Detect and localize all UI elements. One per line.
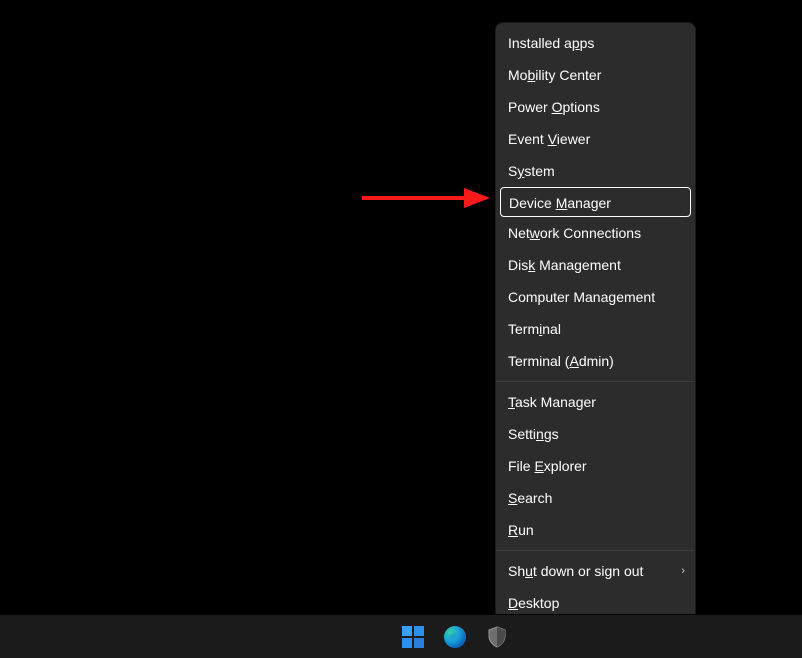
security-icon[interactable] <box>485 625 509 649</box>
label-accelerator: n <box>536 426 544 442</box>
edge-icon[interactable] <box>443 625 467 649</box>
label-post: iewer <box>557 131 590 147</box>
menu-disk-management[interactable]: Disk Management <box>496 249 695 281</box>
label-post: ptions <box>562 99 599 115</box>
label-pre: Device <box>509 195 556 211</box>
label-accelerator: S <box>508 490 517 506</box>
label-accelerator: w <box>530 225 540 241</box>
menu-shutdown-signout[interactable]: Shut down or sign out › <box>496 555 695 587</box>
menu-item-label: Event Viewer <box>508 131 590 147</box>
menu-item-label: Desktop <box>508 595 559 611</box>
label-accelerator: u <box>525 563 533 579</box>
menu-power-options[interactable]: Power Options <box>496 91 695 123</box>
label-accelerator: V <box>548 131 557 147</box>
menu-item-label: Shut down or sign out <box>508 563 643 579</box>
menu-item-label: Terminal (Admin) <box>508 353 614 369</box>
label-pre: Net <box>508 225 530 241</box>
label-pre: Setti <box>508 426 536 442</box>
menu-item-label: System <box>508 163 555 179</box>
menu-item-label: Search <box>508 490 552 506</box>
menu-mobility-center[interactable]: Mobility Center <box>496 59 695 91</box>
menu-item-label: Settings <box>508 426 559 442</box>
label-pre: Installed a <box>508 35 572 51</box>
label-accelerator: p <box>572 35 580 51</box>
menu-event-viewer[interactable]: Event Viewer <box>496 123 695 155</box>
label-pre: Sh <box>508 563 525 579</box>
menu-search[interactable]: Search <box>496 482 695 514</box>
label-post: earch <box>517 490 552 506</box>
menu-item-label: Terminal <box>508 321 561 337</box>
label-post: ps <box>580 35 595 51</box>
label-pre: Term <box>508 321 539 337</box>
menu-item-label: Computer Management <box>508 289 655 305</box>
label-post: dmin) <box>579 353 614 369</box>
menu-file-explorer[interactable]: File Explorer <box>496 450 695 482</box>
label-pre: S <box>508 163 517 179</box>
microsoft-edge-icon <box>444 626 466 648</box>
menu-separator <box>496 381 695 382</box>
label-accelerator: M <box>556 195 568 211</box>
label-post: ask Manager <box>515 394 596 410</box>
label-post: t down or sign out <box>533 563 644 579</box>
taskbar-icons <box>401 625 509 649</box>
menu-system[interactable]: System <box>496 155 695 187</box>
menu-item-label: Power Options <box>508 99 600 115</box>
menu-device-manager[interactable]: Device Manager <box>500 187 691 217</box>
menu-task-manager[interactable]: Task Manager <box>496 386 695 418</box>
winx-context-menu: Installed apps Mobility Center Power Optio… <box>495 22 696 624</box>
label-post: gs <box>544 426 559 442</box>
menu-item-label: File Explorer <box>508 458 587 474</box>
label-pre: File <box>508 458 534 474</box>
menu-run[interactable]: Run <box>496 514 695 546</box>
menu-item-label: Network Connections <box>508 225 641 241</box>
menu-terminal-admin[interactable]: Terminal (Admin) <box>496 345 695 377</box>
windows-start-icon <box>402 626 424 648</box>
label-accelerator: T <box>508 394 515 410</box>
label-post: nal <box>542 321 561 337</box>
menu-item-label: Device Manager <box>509 195 611 211</box>
label-accelerator: E <box>534 458 543 474</box>
menu-item-label: Installed apps <box>508 35 594 51</box>
menu-settings[interactable]: Settings <box>496 418 695 450</box>
taskbar <box>0 614 802 658</box>
label-post: ility Center <box>535 67 601 83</box>
shield-icon <box>487 626 507 648</box>
label-post: un <box>518 522 534 538</box>
label-post: ork Connections <box>540 225 641 241</box>
label-accelerator: O <box>552 99 563 115</box>
menu-separator <box>496 550 695 551</box>
start-button[interactable] <box>401 625 425 649</box>
menu-item-label: Disk Management <box>508 257 621 273</box>
menu-installed-apps[interactable]: Installed apps <box>496 27 695 59</box>
menu-item-label: Run <box>508 522 534 538</box>
label-post: esktop <box>518 595 559 611</box>
chevron-right-icon: › <box>681 555 685 587</box>
label-pre: Power <box>508 99 552 115</box>
label-post: ement <box>616 289 655 305</box>
menu-network-connections[interactable]: Network Connections <box>496 217 695 249</box>
menu-computer-management[interactable]: Computer Management <box>496 281 695 313</box>
label-accelerator: A <box>569 353 578 369</box>
label-pre: Computer Mana <box>508 289 608 305</box>
label-pre: Terminal ( <box>508 353 569 369</box>
label-post: anager <box>567 195 611 211</box>
menu-terminal[interactable]: Terminal <box>496 313 695 345</box>
label-accelerator: R <box>508 522 518 538</box>
label-post: stem <box>524 163 554 179</box>
label-pre: Dis <box>508 257 528 273</box>
menu-item-label: Task Manager <box>508 394 596 410</box>
label-post: Management <box>535 257 621 273</box>
label-post: xplorer <box>544 458 587 474</box>
menu-item-label: Mobility Center <box>508 67 601 83</box>
label-accelerator: D <box>508 595 518 611</box>
label-pre: Event <box>508 131 548 147</box>
label-pre: Mo <box>508 67 527 83</box>
red-arrow-annotation <box>360 186 490 210</box>
